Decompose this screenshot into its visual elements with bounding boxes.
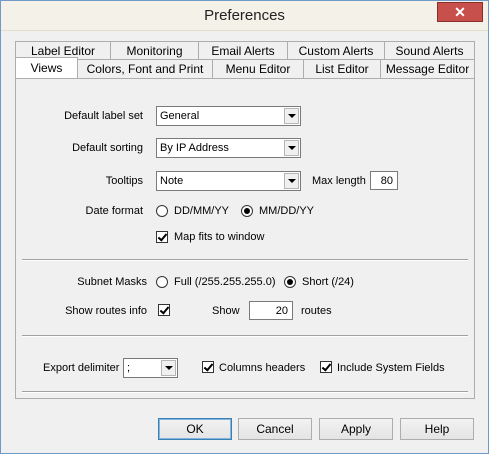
- close-button[interactable]: ✕: [437, 2, 483, 22]
- export-delimiter-label: Export delimiter: [43, 362, 120, 374]
- apply-button[interactable]: Apply: [319, 418, 393, 440]
- columns-headers-checkbox[interactable]: [202, 361, 214, 373]
- tooltips-value: Note: [160, 175, 184, 187]
- export-delimiter-combo[interactable]: ;: [123, 358, 178, 378]
- tab-sound-alerts[interactable]: Sound Alerts: [385, 41, 475, 60]
- map-fits-label: Map fits to window: [174, 231, 265, 243]
- chevron-down-icon[interactable]: [284, 173, 299, 189]
- tab-list-editor[interactable]: List Editor: [304, 59, 381, 78]
- tab-menu-editor[interactable]: Menu Editor: [213, 59, 304, 78]
- chevron-down-icon[interactable]: [161, 360, 176, 376]
- ok-button[interactable]: OK: [158, 418, 232, 440]
- close-icon: ✕: [454, 3, 466, 20]
- tab-custom-alerts[interactable]: Custom Alerts: [288, 41, 385, 60]
- max-length-field[interactable]: 80: [370, 171, 398, 190]
- show-label: Show: [212, 305, 240, 317]
- tab-message-editor[interactable]: Message Editor: [381, 59, 475, 78]
- routes-label: routes: [301, 305, 332, 317]
- default-label-set-value: General: [160, 110, 200, 122]
- date-format-label: Date format: [85, 205, 143, 217]
- chevron-down-icon[interactable]: [284, 108, 299, 124]
- map-fits-checkbox[interactable]: [156, 231, 168, 243]
- subnet-full-label: Full (/255.255.255.0): [174, 276, 276, 288]
- default-sorting-value: By IP Address: [160, 142, 229, 154]
- separator: [22, 391, 468, 393]
- date-format-mmddyy-label: MM/DD/YY: [259, 205, 314, 217]
- tab-monitoring[interactable]: Monitoring: [111, 41, 199, 60]
- default-sorting-label: Default sorting: [72, 142, 143, 154]
- cancel-button[interactable]: Cancel: [238, 418, 312, 440]
- default-sorting-combo[interactable]: By IP Address: [156, 138, 301, 158]
- show-routes-label: Show routes info: [65, 305, 147, 317]
- tab-row-back: Label Editor Monitoring Email Alerts Cus…: [15, 41, 475, 60]
- separator: [22, 259, 468, 261]
- routes-count-field[interactable]: 20: [249, 301, 293, 320]
- tab-row-front: Views Colors, Font and Print Menu Editor…: [15, 57, 475, 78]
- tab-email-alerts[interactable]: Email Alerts: [199, 41, 288, 60]
- tab-views[interactable]: Views: [15, 57, 78, 78]
- subnet-short-label: Short (/24): [302, 276, 354, 288]
- subnet-short-radio[interactable]: [284, 276, 296, 288]
- export-delimiter-value: ;: [127, 362, 131, 374]
- columns-headers-label: Columns headers: [219, 362, 306, 374]
- max-length-label: Max length: [312, 175, 366, 187]
- views-panel: Default label set General Default sortin…: [15, 78, 475, 399]
- help-button[interactable]: Help: [400, 418, 474, 440]
- chevron-down-icon[interactable]: [284, 140, 299, 156]
- date-format-mmddyy-radio[interactable]: [241, 205, 253, 217]
- default-label-set-combo[interactable]: General: [156, 106, 301, 126]
- subnet-full-radio[interactable]: [156, 276, 168, 288]
- date-format-ddmmyy-radio[interactable]: [156, 205, 168, 217]
- dialog-client: Label Editor Monitoring Email Alerts Cus…: [9, 32, 480, 446]
- tooltips-label: Tooltips: [105, 175, 143, 187]
- tooltips-combo[interactable]: Note: [156, 171, 301, 191]
- preferences-window: Preferences ✕ Label Editor Monitoring Em…: [0, 0, 489, 454]
- show-routes-checkbox[interactable]: [158, 304, 170, 316]
- tab-colors-font-print[interactable]: Colors, Font and Print: [78, 59, 213, 78]
- default-label-set-label: Default label set: [64, 110, 143, 122]
- window-title: Preferences: [204, 7, 285, 24]
- subnet-masks-label: Subnet Masks: [77, 276, 147, 288]
- separator: [22, 335, 468, 337]
- title-bar[interactable]: Preferences ✕: [1, 1, 488, 31]
- include-system-fields-checkbox[interactable]: [320, 361, 332, 373]
- date-format-ddmmyy-label: DD/MM/YY: [174, 205, 229, 217]
- include-system-fields-label: Include System Fields: [337, 362, 445, 374]
